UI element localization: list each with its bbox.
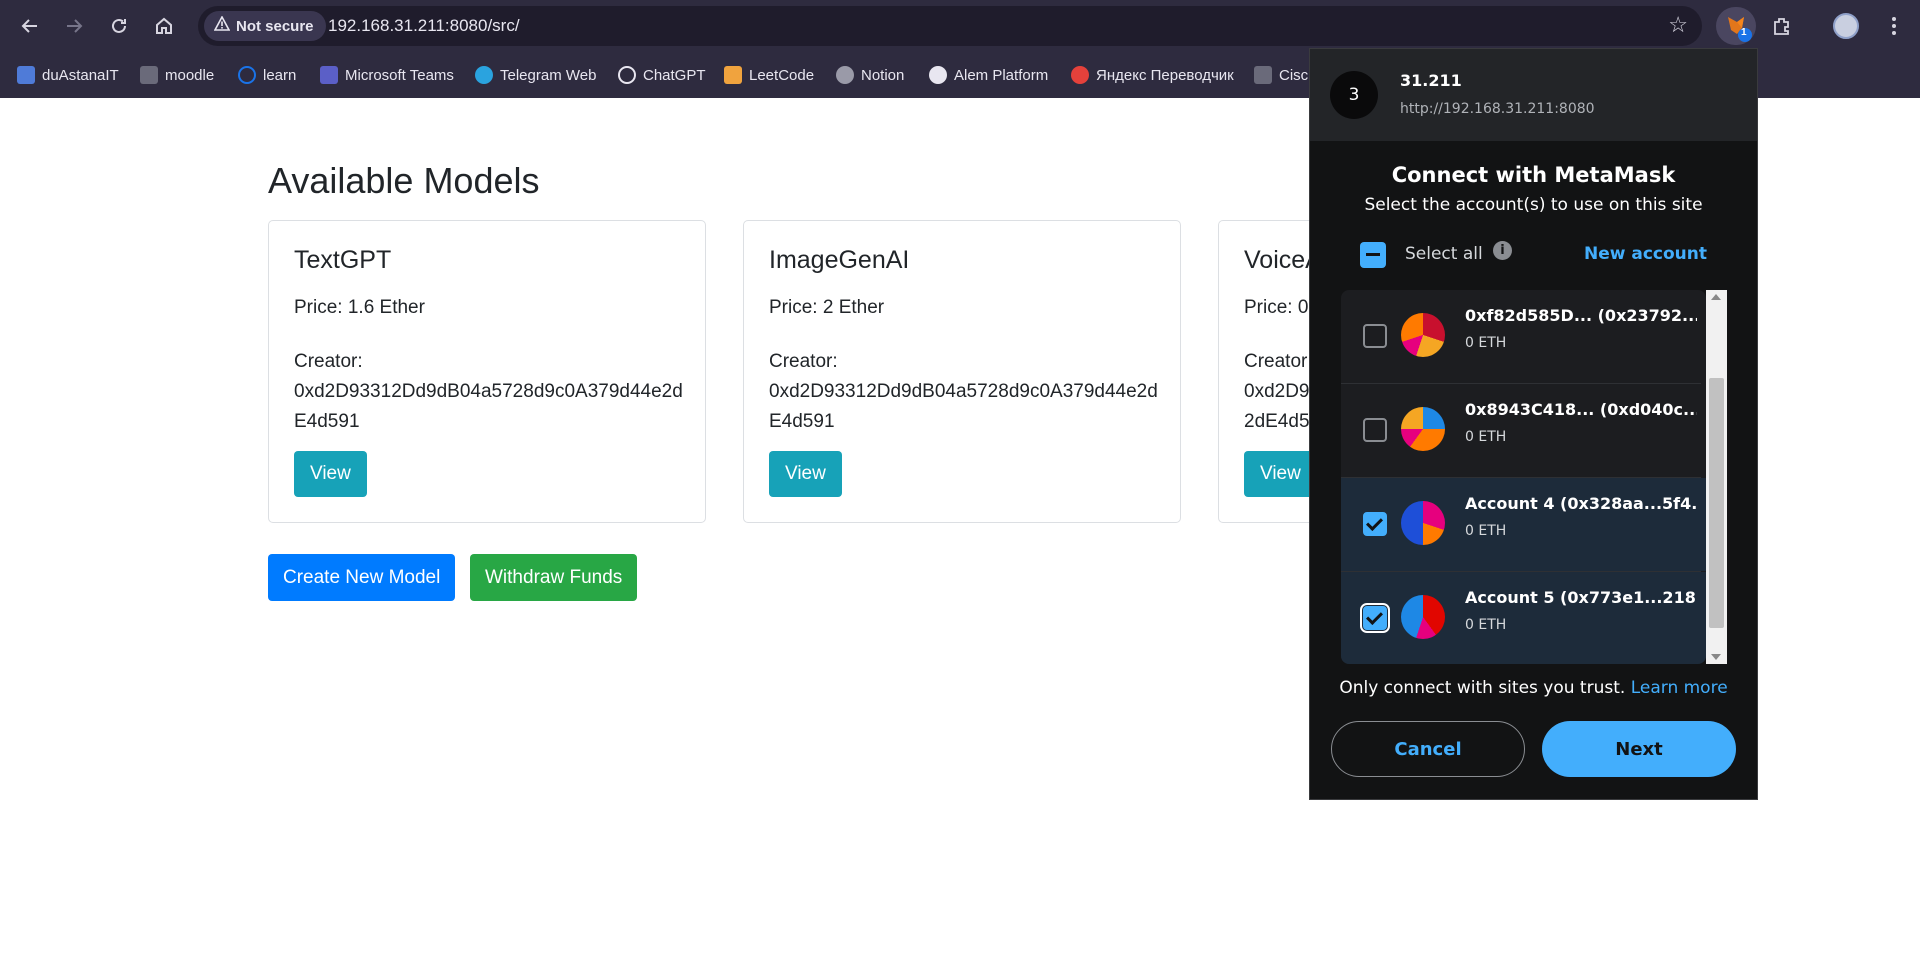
forward-icon[interactable] xyxy=(58,10,90,42)
creator-label: Creator: xyxy=(769,351,838,372)
bookmark-alem-platform[interactable]: Alem Platform xyxy=(929,63,1048,87)
security-chip[interactable]: Not secure xyxy=(204,11,326,41)
model-price: Price: 2 Ether xyxy=(769,297,885,318)
view-button[interactable]: View xyxy=(1244,451,1317,497)
cancel-button[interactable]: Cancel xyxy=(1331,721,1525,777)
browser-toolbar: Not secure 192.168.31.211:8080/src/ ☆ 1 xyxy=(0,0,1920,52)
fox-icon xyxy=(1728,17,1752,42)
bookmark-yandex-translate[interactable]: Яндекс Переводчик xyxy=(1071,63,1234,87)
account-identicon xyxy=(1401,313,1445,357)
creator-address: 0xd2D93312Dd9dB04a5728d9c0A379d44e2dE4d5… xyxy=(769,381,1158,432)
bookmark-cisco[interactable]: Cisc xyxy=(1254,63,1308,87)
bookmark-star-icon[interactable]: ☆ xyxy=(1668,12,1688,38)
popup-title: Connect with MetaMask xyxy=(1391,163,1676,187)
account-row[interactable]: Account 5 (0x773e1...21857) 0 ETH xyxy=(1341,572,1706,664)
url-text[interactable]: 192.168.31.211:8080/src/ xyxy=(328,16,520,36)
browser-menu-icon[interactable] xyxy=(1878,10,1910,42)
select-all-label[interactable]: Select all xyxy=(1405,244,1483,264)
bookmark-learn[interactable]: learn xyxy=(238,63,296,87)
warning-icon xyxy=(213,15,231,36)
view-button[interactable]: View xyxy=(769,451,842,497)
page-heading: Available Models xyxy=(268,160,540,201)
model-price: Price: 1.6 Ether xyxy=(294,297,425,318)
creator-address: 0xd2D93312Dd9dB04a5728d9c0A379d44e2dE4d5… xyxy=(294,381,683,432)
moodle-icon xyxy=(140,66,158,84)
view-button[interactable]: View xyxy=(294,451,367,497)
extension-badge: 1 xyxy=(1741,27,1747,38)
next-button[interactable]: Next xyxy=(1542,721,1736,777)
account-list: 0xf82d585D... (0x23792...f... 0 ETH 0x89… xyxy=(1341,290,1706,664)
chatgpt-icon xyxy=(618,66,636,84)
bookmark-notion[interactable]: Notion xyxy=(836,63,904,87)
scroll-down-arrow-icon[interactable] xyxy=(1711,654,1721,660)
model-name: ImageGenAI xyxy=(769,246,910,274)
trust-text: Only connect with sites you trust. xyxy=(1339,678,1626,698)
address-bar[interactable]: Not secure 192.168.31.211:8080/src/ ☆ xyxy=(198,6,1702,46)
account-row[interactable]: Account 4 (0x328aa...5f4... 0 ETH xyxy=(1341,478,1706,571)
account-row[interactable]: 0x8943C418... (0xd040c...... 0 ETH xyxy=(1341,384,1706,477)
account-name: Account 5 (0x773e1...21857) xyxy=(1465,588,1697,607)
new-account-link[interactable]: New account xyxy=(1584,244,1707,264)
account-balance: 0 ETH xyxy=(1465,429,1507,445)
account-name: 0x8943C418... (0xd040c...... xyxy=(1465,400,1697,419)
site-name: 31.211 xyxy=(1400,71,1462,90)
bookmark-telegram-web[interactable]: Telegram Web xyxy=(475,63,596,87)
trust-notice: Only connect with sites you trust. Learn… xyxy=(1310,678,1757,698)
account-balance: 0 ETH xyxy=(1465,523,1507,539)
creator-label: Creator: xyxy=(294,351,363,372)
leetcode-icon xyxy=(724,66,742,84)
metamask-popup: 3 31.211 http://192.168.31.211:8080 Conn… xyxy=(1309,48,1758,800)
cisco-icon xyxy=(1254,66,1272,84)
account-checkbox[interactable] xyxy=(1363,418,1387,442)
security-label: Not secure xyxy=(236,17,314,35)
account-list-scrollbar[interactable] xyxy=(1706,290,1727,664)
scroll-up-arrow-icon[interactable] xyxy=(1711,294,1721,300)
select-all-checkbox[interactable] xyxy=(1360,242,1386,268)
withdraw-funds-button[interactable]: Withdraw Funds xyxy=(470,554,638,601)
duastanait-icon xyxy=(17,66,35,84)
teams-icon xyxy=(320,66,338,84)
learn-more-link[interactable]: Learn more xyxy=(1631,678,1728,698)
extensions-puzzle-icon[interactable] xyxy=(1766,10,1798,42)
model-price: Price: 0. xyxy=(1244,297,1314,318)
learn-icon xyxy=(238,66,256,84)
alem-icon xyxy=(929,66,947,84)
profile-avatar[interactable] xyxy=(1830,10,1862,42)
bookmark-chatgpt[interactable]: ChatGPT xyxy=(618,63,706,87)
yandex-translate-icon xyxy=(1071,66,1089,84)
scrollbar-thumb[interactable] xyxy=(1709,378,1724,628)
account-checkbox[interactable] xyxy=(1363,324,1387,348)
account-identicon xyxy=(1401,595,1445,639)
account-identicon xyxy=(1401,501,1445,545)
bookmark-leetcode[interactable]: LeetCode xyxy=(724,63,814,87)
model-card: ImageGenAI Price: 2 Ether Creator: 0xd2D… xyxy=(743,220,1181,523)
site-avatar: 3 xyxy=(1330,71,1378,119)
account-name: 0xf82d585D... (0x23792...f... xyxy=(1465,306,1697,325)
site-origin: http://192.168.31.211:8080 xyxy=(1400,101,1595,117)
home-icon[interactable] xyxy=(148,10,180,42)
bookmark-duastanait[interactable]: duAstanaIT xyxy=(17,63,119,87)
info-icon[interactable]: i xyxy=(1493,241,1512,260)
model-creator: Creator: 0xd2D93312Dd9dB04a5728d9c0A379d… xyxy=(769,347,1164,437)
bookmark-microsoft-teams[interactable]: Microsoft Teams xyxy=(320,63,454,87)
notion-icon xyxy=(836,66,854,84)
account-identicon xyxy=(1401,407,1445,451)
account-balance: 0 ETH xyxy=(1465,617,1507,633)
model-name: TextGPT xyxy=(294,246,392,274)
account-row[interactable]: 0xf82d585D... (0x23792...f... 0 ETH xyxy=(1341,290,1706,383)
account-balance: 0 ETH xyxy=(1465,335,1507,351)
bookmark-moodle[interactable]: moodle xyxy=(140,63,214,87)
telegram-icon xyxy=(475,66,493,84)
popup-subtitle: Select the account(s) to use on this sit… xyxy=(1364,195,1703,215)
account-checkbox[interactable] xyxy=(1363,512,1387,536)
metamask-site-header: 3 31.211 http://192.168.31.211:8080 xyxy=(1310,49,1757,141)
create-new-model-button[interactable]: Create New Model xyxy=(268,554,456,601)
reload-icon[interactable] xyxy=(103,10,135,42)
back-icon[interactable] xyxy=(14,10,46,42)
model-creator: Creator: 0xd2D93312Dd9dB04a5728d9c0A379d… xyxy=(294,347,689,437)
account-name: Account 4 (0x328aa...5f4... xyxy=(1465,494,1697,513)
model-card: TextGPT Price: 1.6 Ether Creator: 0xd2D9… xyxy=(268,220,706,523)
account-checkbox[interactable] xyxy=(1360,603,1390,633)
metamask-extension-button[interactable]: 1 xyxy=(1716,7,1756,45)
